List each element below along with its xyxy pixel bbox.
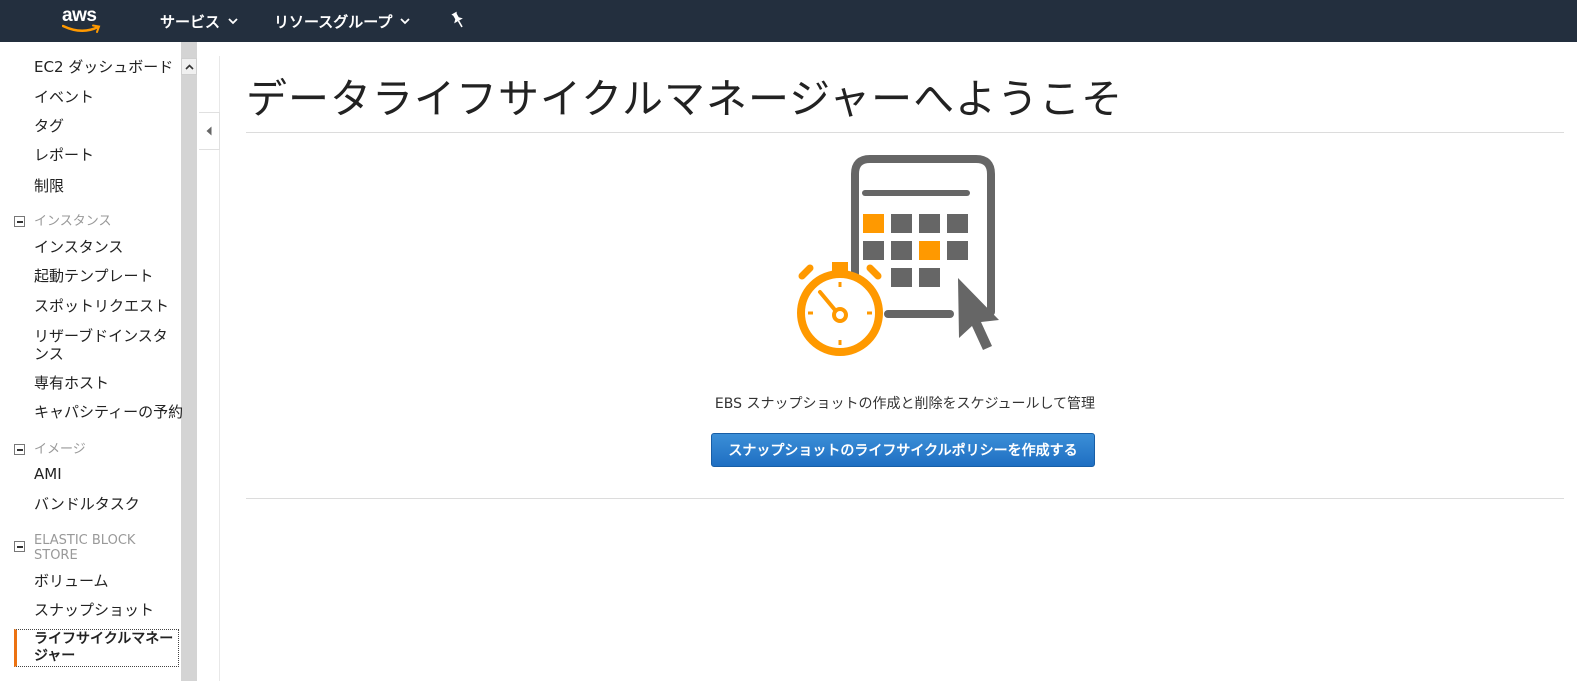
aws-smile-icon: [62, 24, 101, 33]
sidebar: EC2 ダッシュボード イベント タグ レポート 制限 インスタンス インスタン…: [0, 42, 198, 681]
caret-left-icon: [206, 126, 212, 136]
sidebar-item-instances[interactable]: インスタンス: [34, 238, 123, 256]
sidebar-item-ami[interactable]: AMI: [34, 465, 62, 483]
page-description: EBS スナップショットの作成と削除をスケジュールして管理: [714, 396, 1096, 412]
collapse-section-icon[interactable]: [14, 541, 25, 552]
aws-logo[interactable]: aws: [60, 5, 106, 36]
sidebar-item-bundle-tasks[interactable]: バンドルタスク: [34, 495, 140, 513]
sidebar-section-ebs: ELASTIC BLOCK STORE: [14, 533, 164, 563]
chevron-down-icon: [228, 17, 238, 24]
resource-groups-menu-label: リソースグループ: [274, 12, 393, 31]
sidebar-scrollbar[interactable]: [181, 42, 197, 681]
sidebar-item-dedicated-hosts[interactable]: 専有ホスト: [34, 374, 109, 392]
content-divider: [246, 498, 1564, 499]
sidebar-item-tags[interactable]: タグ: [34, 117, 64, 135]
chevron-down-icon: [400, 17, 410, 24]
sidebar-item-snapshots[interactable]: スナップショット: [34, 601, 154, 619]
sidebar-section-instances: インスタンス: [14, 214, 164, 229]
top-navigation-bar: aws サービス リソースグループ: [0, 0, 1577, 42]
sidebar-section-label: ELASTIC BLOCK STORE: [34, 533, 136, 563]
page-title: データライフサイクルマネージャーへようこそ: [246, 75, 1124, 123]
chevron-up-icon: [184, 63, 194, 70]
sidebar-item-launch-templates[interactable]: 起動テンプレート: [34, 267, 154, 285]
sidebar-section-images: イメージ: [14, 442, 164, 457]
collapse-section-icon[interactable]: [14, 444, 25, 455]
title-divider: [246, 132, 1564, 133]
collapse-section-icon[interactable]: [14, 216, 25, 227]
create-lifecycle-policy-button[interactable]: スナップショットのライフサイクルポリシーを作成する: [711, 433, 1095, 467]
pin-icon[interactable]: [450, 11, 466, 29]
sidebar-section-label: イメージ: [34, 442, 86, 457]
sidebar-item-spot-requests[interactable]: スポットリクエスト: [34, 297, 169, 315]
sidebar-item-limits[interactable]: 制限: [34, 177, 64, 195]
services-menu[interactable]: サービス: [160, 10, 238, 32]
collapse-sidebar-button[interactable]: [199, 112, 220, 150]
sidebar-item-volumes[interactable]: ボリューム: [34, 572, 109, 590]
scroll-up-button[interactable]: [181, 58, 197, 75]
sidebar-item-reports[interactable]: レポート: [34, 146, 94, 164]
sidebar-section-label: インスタンス: [34, 214, 112, 229]
sidebar-item-ec2-dashboard[interactable]: EC2 ダッシュボード: [34, 58, 173, 76]
resource-groups-menu[interactable]: リソースグループ: [274, 10, 410, 32]
sidebar-item-reserved-instances[interactable]: リザーブドインスタンス: [34, 327, 182, 363]
sidebar-item-capacity-reservations[interactable]: キャパシティーの予約: [34, 403, 183, 421]
services-menu-label: サービス: [160, 12, 221, 31]
calendar-stopwatch-icon: [797, 155, 999, 356]
sidebar-item-lifecycle-manager[interactable]: ライフサイクルマネージャー: [14, 629, 179, 667]
sidebar-item-events[interactable]: イベント: [34, 88, 94, 106]
